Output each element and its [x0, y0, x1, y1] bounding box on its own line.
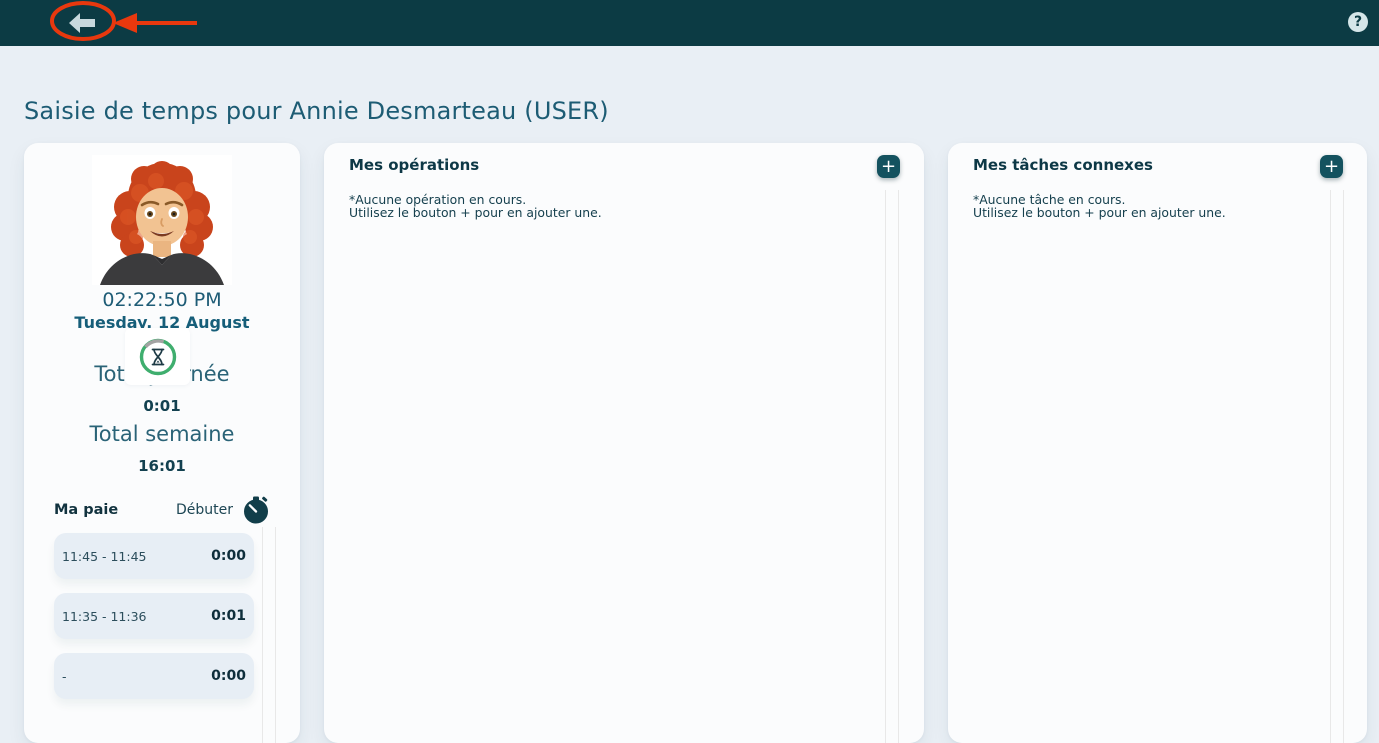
- pay-section-title: Ma paie: [54, 502, 118, 518]
- operations-panel: Mes opérations + *Aucune opération en co…: [324, 143, 924, 743]
- total-day-value: 0:01: [24, 397, 300, 415]
- pay-section-header: Ma paie Débuter: [54, 495, 270, 525]
- page-title: Saisie de temps pour Annie Desmarteau (U…: [24, 97, 609, 125]
- stopwatch-icon: [242, 496, 270, 524]
- pay-entry-duration: 0:01: [211, 608, 246, 624]
- hourglass-spinner-icon: [137, 336, 179, 378]
- tasks-title: Mes tâches connexes: [973, 156, 1153, 174]
- operations-title: Mes opérations: [349, 156, 479, 174]
- add-task-button[interactable]: +: [1320, 155, 1343, 178]
- operations-scroll-track: [885, 190, 899, 743]
- profile-time-card: 02:22:50 PM Tuesday, 12 August Total jou…: [24, 143, 300, 743]
- tasks-empty-message: *Aucune tâche en cours. Utilisez le bout…: [973, 194, 1226, 219]
- add-operation-button[interactable]: +: [877, 155, 900, 178]
- total-week-label: Total semaine: [24, 422, 300, 446]
- tasks-empty-line2: Utilisez le bouton + pour en ajouter une…: [973, 207, 1226, 220]
- start-timer-button[interactable]: Débuter: [176, 496, 270, 524]
- help-button[interactable]: ?: [1348, 12, 1368, 32]
- avatar: [92, 155, 232, 285]
- loading-spinner: [125, 328, 190, 385]
- tasks-panel: Mes tâches connexes + *Aucune tâche en c…: [948, 143, 1367, 743]
- pay-list-scroll-track: [262, 527, 276, 743]
- pay-entry-row[interactable]: 11:35 - 11:36 0:01: [54, 593, 254, 639]
- back-button[interactable]: [69, 12, 97, 34]
- pay-entry-range: 11:35 - 11:36: [62, 609, 147, 624]
- pay-entry-row[interactable]: - 0:00: [54, 653, 254, 699]
- top-bar: ?: [0, 0, 1379, 46]
- current-time: 02:22:50 PM: [24, 289, 300, 311]
- operations-empty-message: *Aucune opération en cours. Utilisez le …: [349, 194, 602, 219]
- pay-entry-duration: 0:00: [211, 548, 246, 564]
- tasks-scroll-track: [1330, 190, 1344, 743]
- pay-entry-range: -: [62, 669, 67, 684]
- pay-entry-range: 11:45 - 11:45: [62, 549, 147, 564]
- back-arrow-icon: [69, 12, 97, 34]
- operations-empty-line2: Utilisez le bouton + pour en ajouter une…: [349, 207, 602, 220]
- pay-entry-row[interactable]: 11:45 - 11:45 0:00: [54, 533, 254, 579]
- pay-entry-duration: 0:00: [211, 668, 246, 684]
- start-timer-label: Débuter: [176, 502, 233, 518]
- total-week-value: 16:01: [24, 457, 300, 475]
